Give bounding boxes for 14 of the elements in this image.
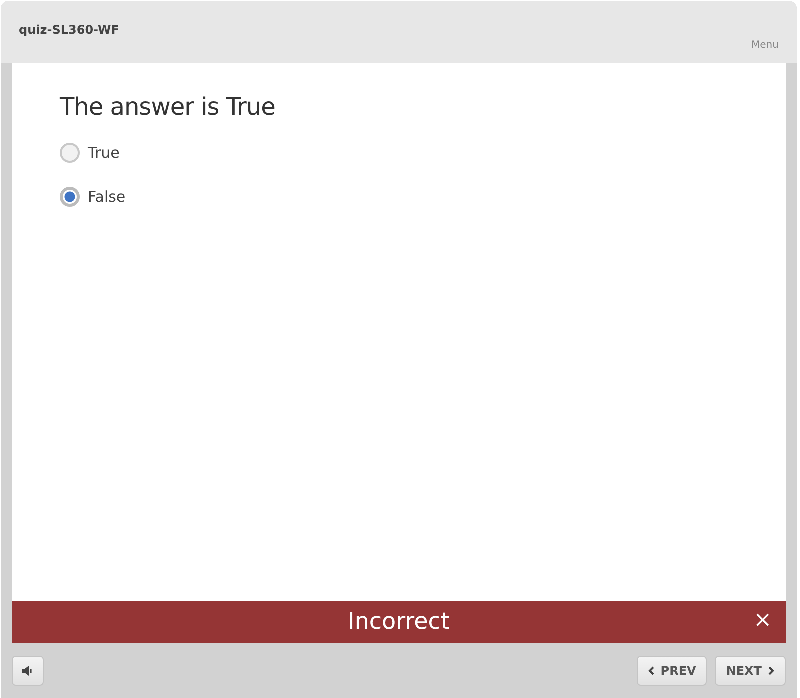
option-label: False: [88, 188, 126, 206]
speaker-icon: [21, 664, 35, 676]
course-title: quiz-SL360-WF: [19, 23, 120, 39]
radio-button[interactable]: [60, 187, 80, 207]
question-text: The answer is True: [60, 93, 276, 121]
close-button[interactable]: ×: [750, 609, 776, 633]
feedback-text: Incorrect: [348, 609, 450, 635]
chevron-left-icon: [648, 666, 655, 676]
option-label: True: [88, 144, 120, 162]
radio-button[interactable]: [60, 143, 80, 163]
volume-button[interactable]: [12, 656, 44, 686]
next-button[interactable]: NEXT: [715, 656, 786, 686]
chevron-right-icon: [768, 666, 775, 676]
prev-button[interactable]: PREV: [636, 656, 708, 686]
